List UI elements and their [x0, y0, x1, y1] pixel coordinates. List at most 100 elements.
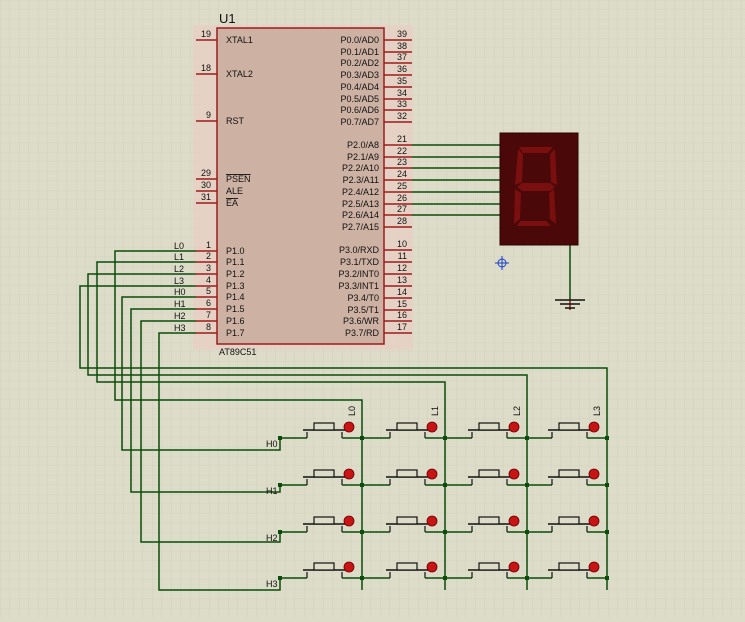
- pin-number: 23: [397, 157, 407, 167]
- junction-dot: [278, 530, 282, 534]
- pin-name: P3.5/T1: [347, 305, 379, 315]
- pin-name: P2.2/A10: [342, 163, 379, 173]
- pin-number: 30: [201, 180, 211, 190]
- chip-part-name: AT89C51: [219, 347, 256, 357]
- pin-number: 10: [397, 239, 407, 249]
- button-cap: [313, 516, 335, 525]
- pin-name: P2.0/A8: [347, 140, 379, 150]
- port-net-label: L2: [174, 264, 184, 274]
- button-actuator[interactable]: [588, 561, 600, 573]
- button-cap: [396, 516, 418, 525]
- button-actuator[interactable]: [508, 468, 520, 480]
- port-net-label: H2: [174, 311, 186, 321]
- button-cap: [478, 422, 500, 431]
- chip-designator: U1: [219, 11, 236, 26]
- pin-number: 33: [397, 99, 407, 109]
- pin-name: P1.4: [226, 292, 245, 302]
- schematic-drawing[interactable]: U1 AT89C51 19XTAL118XTAL29RST29PSEN30ALE…: [0, 0, 745, 617]
- pin-name: XTAL1: [226, 35, 253, 45]
- button-actuator[interactable]: [426, 561, 438, 573]
- button-actuator[interactable]: [508, 421, 520, 433]
- button-actuator[interactable]: [588, 421, 600, 433]
- pin-name: RST: [226, 116, 245, 126]
- pin-number: 4: [206, 275, 211, 285]
- junction-dot: [278, 483, 282, 487]
- pin-number: 12: [397, 263, 407, 273]
- microcontroller-u1[interactable]: U1 AT89C51 19XTAL118XTAL29RST29PSEN30ALE…: [193, 11, 413, 357]
- column-net-label: L0: [347, 406, 357, 416]
- button-cap: [396, 469, 418, 478]
- pin-name: P3.3/INT1: [338, 281, 379, 291]
- pin-number: 36: [397, 64, 407, 74]
- button-actuator[interactable]: [588, 468, 600, 480]
- pin-number: 21: [397, 134, 407, 144]
- pin-name: P3.4/T0: [347, 293, 379, 303]
- pin-name: P1.3: [226, 281, 245, 291]
- button-cap: [313, 469, 335, 478]
- button-actuator[interactable]: [426, 515, 438, 527]
- pin-name: P1.7: [226, 328, 245, 338]
- pin-number: 2: [206, 251, 211, 261]
- seven-segment-display[interactable]: [499, 132, 579, 246]
- pin-name: P1.1: [226, 257, 245, 267]
- pin-name: XTAL2: [226, 69, 253, 79]
- port-net-label: H3: [174, 323, 186, 333]
- button-cap: [558, 469, 580, 478]
- pin-name: P0.0/AD0: [340, 35, 379, 45]
- pin-name: P3.1/TXD: [340, 257, 380, 267]
- pin-number: 8: [206, 322, 211, 332]
- pin-number: 16: [397, 310, 407, 320]
- pin-name: P2.6/A14: [342, 210, 379, 220]
- button-cap: [396, 422, 418, 431]
- port-net-label: H0: [174, 287, 186, 297]
- port-net-label: L1: [174, 252, 184, 262]
- pin-name: P0.2/AD2: [340, 58, 379, 68]
- pin-number: 9: [206, 110, 211, 120]
- button-cap: [558, 516, 580, 525]
- row-net-label: H3: [266, 579, 278, 589]
- button-actuator[interactable]: [343, 561, 355, 573]
- junction-dot: [605, 483, 609, 487]
- schematic-canvas[interactable]: U1 AT89C51 19 XTAL1 18 XTAL2 9 RST 29 PSEN 30 ALE…: [0, 0, 745, 617]
- pin-number: 5: [206, 286, 211, 296]
- pin-number: 37: [397, 52, 407, 62]
- pin-number: 14: [397, 287, 407, 297]
- pin-number: 29: [201, 168, 211, 178]
- pin-number: 26: [397, 193, 407, 203]
- button-actuator[interactable]: [508, 515, 520, 527]
- pin-number: 11: [398, 251, 407, 261]
- pin-name: P3.7/RD: [345, 328, 380, 338]
- button-actuator[interactable]: [343, 421, 355, 433]
- pin-number: 38: [397, 41, 407, 51]
- row-net-label: H2: [266, 533, 278, 543]
- button-actuator[interactable]: [508, 561, 520, 573]
- pin-number: 18: [201, 63, 211, 73]
- pin-number: 34: [397, 88, 407, 98]
- pin-name: PSEN: [226, 174, 251, 184]
- port1-net-labels: L0L1 L2 L3H0 H1 H2 H3: [174, 241, 186, 333]
- button-actuator[interactable]: [588, 515, 600, 527]
- button-actuator[interactable]: [343, 515, 355, 527]
- pin-name: EA: [226, 198, 238, 208]
- row-net-label: H1: [266, 486, 278, 496]
- pin-name: P2.4/A12: [342, 187, 379, 197]
- button-actuator[interactable]: [343, 468, 355, 480]
- pin-name: ALE: [226, 186, 243, 196]
- button-actuator[interactable]: [426, 421, 438, 433]
- pin-name: P0.5/AD5: [340, 94, 379, 104]
- port-net-label: L0: [174, 241, 184, 251]
- port-net-label: L3: [174, 276, 184, 286]
- pin-name: P3.2/INT0: [338, 269, 379, 279]
- column-net-label: L2: [512, 406, 522, 416]
- junction-dot: [605, 530, 609, 534]
- pin-number: 22: [397, 146, 407, 156]
- pin-number: 24: [397, 169, 407, 179]
- pin-name: P0.1/AD1: [340, 47, 379, 57]
- pin-name: P2.3/A11: [343, 175, 379, 185]
- column-net-label: L1: [430, 406, 440, 416]
- button-cap: [313, 562, 335, 571]
- button-cap: [396, 562, 418, 571]
- port-net-label: H1: [174, 299, 186, 309]
- button-actuator[interactable]: [426, 468, 438, 480]
- pin-name: P0.3/AD3: [340, 70, 379, 80]
